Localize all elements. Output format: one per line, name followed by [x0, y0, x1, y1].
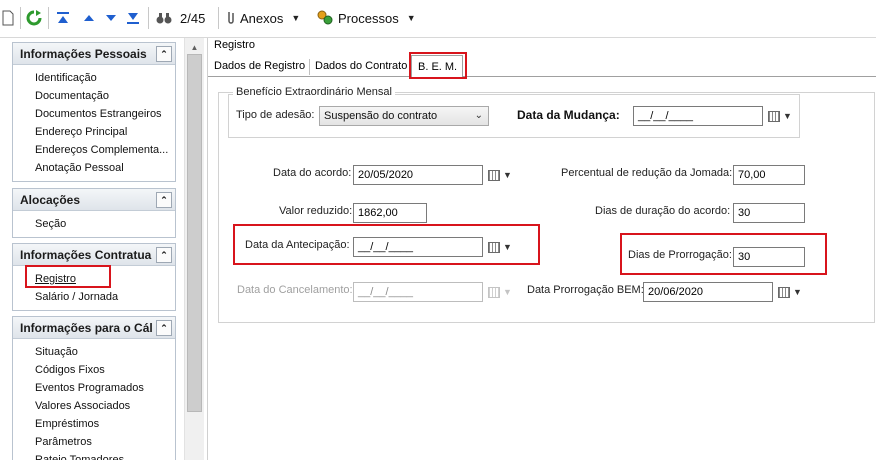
- chevron-down-icon: ⌄: [474, 110, 483, 121]
- processos-menu[interactable]: Processos ▼: [316, 8, 416, 28]
- scroll-up-icon[interactable]: ▲: [187, 40, 202, 55]
- toolbar-separator: [218, 7, 219, 29]
- calendar-icon: ▼: [483, 282, 517, 302]
- collapse-icon[interactable]: ⌃: [156, 192, 172, 208]
- chevron-down-icon: ▼: [291, 13, 301, 23]
- fieldset-legend: Benefício Extraordinário Mensal: [233, 86, 395, 98]
- calendar-icon[interactable]: ▼: [483, 237, 517, 257]
- sidebar-item-parametros[interactable]: Parâmetros: [13, 433, 175, 451]
- find-icon[interactable]: [156, 8, 172, 28]
- main-content: Registro Dados de Registro Dados do Cont…: [208, 38, 876, 460]
- sidebar-item-endereco-principal[interactable]: Endereço Principal: [13, 123, 175, 141]
- toolbar-separator: [48, 7, 49, 29]
- sidebar-item-situacao[interactable]: Situação: [13, 343, 175, 361]
- section-alocacoes: Alocações ⌃ Seção: [12, 188, 176, 238]
- data-prorrogacao-input[interactable]: 20/06/2020: [643, 282, 773, 302]
- percentual-input[interactable]: 70,00: [733, 165, 805, 185]
- toolbar-separator: [20, 7, 21, 29]
- paperclip-icon: [226, 9, 236, 28]
- refresh-icon[interactable]: [26, 8, 42, 28]
- section-title: Informações Pessoais: [20, 47, 147, 61]
- tab-dados-do-contrato[interactable]: Dados do Contrato: [311, 57, 411, 77]
- dias-duracao-label: Dias de duração do acordo:: [595, 205, 731, 217]
- sidebar-item-identificacao[interactable]: Identificação: [13, 69, 175, 87]
- last-record-icon[interactable]: [126, 8, 140, 28]
- dias-prorrogacao-input[interactable]: 30: [733, 247, 805, 267]
- chevron-down-icon: ▼: [406, 13, 416, 23]
- data-antecipacao-input[interactable]: __/__/____: [353, 237, 483, 257]
- data-cancelamento-input: __/__/____: [353, 282, 483, 302]
- anexos-menu[interactable]: Anexos ▼: [226, 8, 300, 28]
- sidebar-item-valores-associados[interactable]: Valores Associados: [13, 397, 175, 415]
- section-title: Alocações: [20, 193, 81, 207]
- collapse-icon[interactable]: ⌃: [156, 320, 172, 336]
- section-informacoes-calculo: Informações para o Cál ⌃ Situação Código…: [12, 316, 176, 460]
- section-header[interactable]: Alocações ⌃: [13, 189, 175, 211]
- first-record-icon[interactable]: [56, 8, 70, 28]
- sidebar-item-documentos-estrangeiros[interactable]: Documentos Estrangeiros: [13, 105, 175, 123]
- section-title: Informações para o Cál: [20, 321, 153, 335]
- collapse-icon[interactable]: ⌃: [156, 46, 172, 62]
- data-cancelamento-label: Data do Cancelamento:: [237, 284, 353, 296]
- data-acordo-input[interactable]: 20/05/2020: [353, 165, 483, 185]
- data-acordo-label: Data do acordo:: [273, 167, 352, 179]
- data-mudanca-label: Data da Mudança:: [517, 108, 620, 122]
- valor-reduzido-label: Valor reduzido:: [279, 205, 353, 217]
- sidebar-item-enderecos-complementares[interactable]: Endereços Complementa...: [13, 141, 175, 159]
- dias-duracao-input[interactable]: 30: [733, 203, 805, 223]
- tipo-adesao-select[interactable]: Suspensão do contrato ⌄: [319, 106, 489, 126]
- sidebar: Informações Pessoais ⌃ Identificação Doc…: [0, 38, 208, 460]
- section-title: Informações Contratua: [20, 248, 152, 262]
- data-mudanca-input[interactable]: __/__/____: [633, 106, 763, 126]
- breadcrumb: Registro: [214, 39, 255, 51]
- sidebar-item-rateio-tomadores[interactable]: Rateio Tomadores: [13, 451, 175, 460]
- gears-icon: [316, 9, 334, 28]
- calendar-icon[interactable]: ▼: [483, 165, 517, 185]
- section-header[interactable]: Informações Contratua ⌃: [13, 244, 175, 266]
- scrollbar-thumb[interactable]: [187, 54, 202, 412]
- tab-dados-de-registro[interactable]: Dados de Registro: [210, 57, 309, 77]
- valor-reduzido-input[interactable]: 1862,00: [353, 203, 427, 223]
- next-record-icon[interactable]: [104, 8, 118, 28]
- section-informacoes-contratuais: Informações Contratua ⌃ Registro Salário…: [12, 243, 176, 311]
- sidebar-item-emprestimos[interactable]: Empréstimos: [13, 415, 175, 433]
- section-header[interactable]: Informações Pessoais ⌃: [13, 43, 175, 65]
- tipo-adesao-label: Tipo de adesão:: [236, 109, 315, 121]
- toolbar: 2/45 Anexos ▼ Processos ▼: [0, 0, 876, 38]
- percentual-label: Percentual de redução da Jomada:: [561, 167, 733, 179]
- processos-label: Processos: [338, 10, 399, 26]
- data-prorrogacao-label: Data Prorrogação BEM:: [527, 284, 644, 296]
- calendar-icon[interactable]: ▼: [763, 106, 797, 126]
- sidebar-item-eventos-programados[interactable]: Eventos Programados: [13, 379, 175, 397]
- section-header[interactable]: Informações para o Cál ⌃: [13, 317, 175, 339]
- sidebar-item-anotacao-pessoal[interactable]: Anotação Pessoal: [13, 159, 175, 177]
- calendar-icon[interactable]: ▼: [773, 282, 807, 302]
- new-document-icon[interactable]: [2, 8, 14, 28]
- previous-record-icon[interactable]: [82, 8, 96, 28]
- record-counter: 2/45: [180, 10, 206, 26]
- dias-prorrogacao-label: Dias de Prorrogação:: [628, 249, 732, 261]
- sidebar-item-salario-jornada[interactable]: Salário / Jornada: [13, 288, 175, 306]
- data-antecipacao-label: Data da Antecipação:: [245, 239, 350, 251]
- tipo-adesao-value: Suspensão do contrato: [324, 110, 438, 122]
- sidebar-item-secao[interactable]: Seção: [13, 215, 175, 233]
- sidebar-item-documentacao[interactable]: Documentação: [13, 87, 175, 105]
- sidebar-item-codigos-fixos[interactable]: Códigos Fixos: [13, 361, 175, 379]
- collapse-icon[interactable]: ⌃: [156, 247, 172, 263]
- tab-bem[interactable]: B. E. M.: [411, 55, 463, 78]
- tab-strip: Dados de Registro Dados do Contrato B. E…: [208, 55, 876, 78]
- toolbar-separator: [148, 7, 149, 29]
- anexos-label: Anexos: [240, 10, 284, 26]
- sidebar-scrollbar[interactable]: ▲: [184, 38, 204, 460]
- sidebar-item-registro[interactable]: Registro: [13, 270, 175, 288]
- section-informacoes-pessoais: Informações Pessoais ⌃ Identificação Doc…: [12, 42, 176, 182]
- tab-divider: [309, 59, 310, 75]
